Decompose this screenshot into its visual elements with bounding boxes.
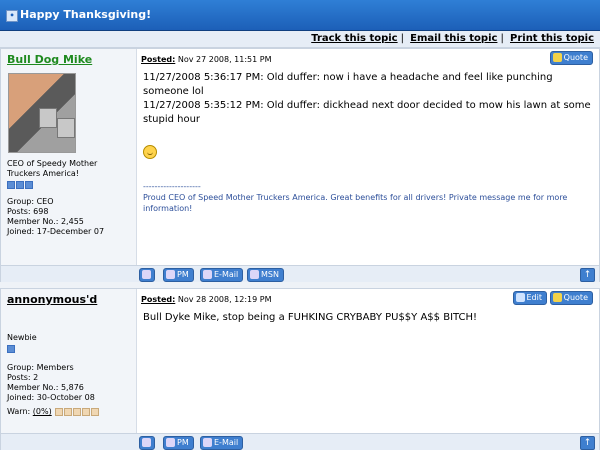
post-1-member-title: CEO of Speedy Mother Truckers America! bbox=[7, 159, 98, 178]
post-2-pm-button[interactable]: PM bbox=[163, 436, 194, 450]
email-icon bbox=[203, 270, 212, 279]
post-2-email-button[interactable]: E-Mail bbox=[200, 436, 244, 450]
post-2-rank-pips bbox=[7, 345, 15, 353]
email-topic-link[interactable]: Email this topic bbox=[410, 33, 497, 44]
post-2-content: Posted: Nov 28 2008, 12:19 PM Edit Quote… bbox=[137, 289, 599, 433]
edit-icon bbox=[515, 293, 525, 302]
post-2-author-panel: annonymous'd Newbie Group: Members Posts… bbox=[1, 289, 137, 433]
pm-icon bbox=[166, 438, 175, 447]
post-2-joined: Joined: 30-October 08 bbox=[7, 393, 95, 402]
post-1-member-no: Member No.: 2,455 bbox=[7, 217, 84, 226]
post-1-posted: Posted: Nov 27 2008, 11:51 PM bbox=[141, 55, 272, 64]
quote-icon bbox=[552, 293, 562, 302]
post-1-body: 11/27/2008 5:36:17 PM: Old duffer: now i… bbox=[143, 71, 593, 127]
post-2-posted: Posted: Nov 28 2008, 12:19 PM bbox=[141, 295, 272, 304]
post-1-group: Group: CEO bbox=[7, 197, 54, 206]
post-2-posted-label: Posted: bbox=[141, 295, 176, 304]
post-1-signature-rule: -------------------- bbox=[143, 182, 201, 191]
post-1-author-name[interactable]: Bull Dog Mike bbox=[7, 53, 92, 66]
post-1-posted-label: Posted: bbox=[141, 55, 176, 64]
post-1-line-2: 11/27/2008 5:35:12 PM: Old duffer: dickh… bbox=[143, 100, 591, 125]
topic-toolbar: Track this topic | Email this topic | Prin… bbox=[0, 31, 600, 48]
pm-icon bbox=[166, 270, 175, 279]
post-2-profile-button[interactable] bbox=[139, 436, 155, 450]
profile-icon bbox=[142, 270, 151, 279]
post-2-member-title: Newbie bbox=[7, 333, 37, 342]
post-2-edit-button[interactable]: Edit bbox=[512, 291, 547, 305]
topic-title-bar: • Happy Thanksgiving! bbox=[0, 0, 600, 31]
post-1-posts: Posts: 698 bbox=[7, 207, 49, 216]
post-1-profile-button[interactable] bbox=[139, 268, 155, 282]
post-2-warn: Warn: (0%) bbox=[7, 407, 100, 417]
post-1-pm-button[interactable]: PM bbox=[163, 268, 194, 282]
post-1-signature: -------------------- Proud CEO of Speed … bbox=[143, 181, 593, 214]
post-1-content: Posted: Nov 27 2008, 11:51 PM Quote 11/2… bbox=[137, 49, 599, 265]
quote-icon bbox=[552, 53, 562, 62]
post-1-smiley-icon bbox=[143, 145, 157, 159]
email-icon bbox=[203, 438, 212, 447]
post-2-posts: Posts: 2 bbox=[7, 373, 39, 382]
post-2: annonymous'd Newbie Group: Members Posts… bbox=[0, 288, 600, 450]
topic-title: Happy Thanksgiving! bbox=[20, 8, 152, 21]
post-1-email-button[interactable]: E-Mail bbox=[200, 268, 244, 282]
post-2-posted-date: Nov 28 2008, 12:19 PM bbox=[177, 295, 272, 304]
post-2-body: Bull Dyke Mike, stop being a FUHKING CRY… bbox=[143, 311, 593, 325]
post-2-group: Group: Members bbox=[7, 363, 74, 372]
post-1-posted-date: Nov 27 2008, 11:51 PM bbox=[177, 55, 272, 64]
post-1-signature-text: Proud CEO of Speed Mother Truckers Ameri… bbox=[143, 193, 568, 213]
post-1-joined: Joined: 17-December 07 bbox=[7, 227, 105, 236]
profile-icon bbox=[142, 438, 151, 447]
track-topic-link[interactable]: Track this topic bbox=[311, 33, 397, 44]
post-2-quote-button[interactable]: Quote bbox=[549, 291, 593, 305]
msn-icon bbox=[250, 270, 259, 279]
post-1-line-1: 11/27/2008 5:36:17 PM: Old duffer: now i… bbox=[143, 72, 553, 97]
post-1-avatar bbox=[8, 73, 76, 153]
post-2-back-to-top-button[interactable]: ↑ bbox=[580, 436, 595, 450]
post-1-msn-button[interactable]: MSN bbox=[247, 268, 284, 282]
post-1-back-to-top-button[interactable]: ↑ bbox=[580, 268, 595, 282]
post-2-footer: PM E-Mail ↑ bbox=[1, 433, 599, 450]
post-2-author-name[interactable]: annonymous'd bbox=[7, 293, 97, 306]
print-topic-link[interactable]: Print this topic bbox=[510, 33, 594, 44]
post-2-warn-value[interactable]: (0%) bbox=[33, 407, 52, 416]
post-1: Bull Dog Mike CEO of Speedy Mother Truck… bbox=[0, 48, 600, 282]
post-2-line-1: Bull Dyke Mike, stop being a FUHKING CRY… bbox=[143, 312, 478, 323]
post-1-quote-button[interactable]: Quote bbox=[549, 51, 593, 65]
post-1-rank-pips bbox=[7, 181, 33, 189]
post-2-member-no: Member No.: 5,876 bbox=[7, 383, 84, 392]
topic-icon: • bbox=[6, 10, 18, 22]
post-1-author-panel: Bull Dog Mike CEO of Speedy Mother Truck… bbox=[1, 49, 137, 265]
post-1-footer: PM E-Mail MSN ↑ bbox=[1, 265, 599, 282]
post-2-warn-label: Warn: bbox=[7, 407, 31, 416]
